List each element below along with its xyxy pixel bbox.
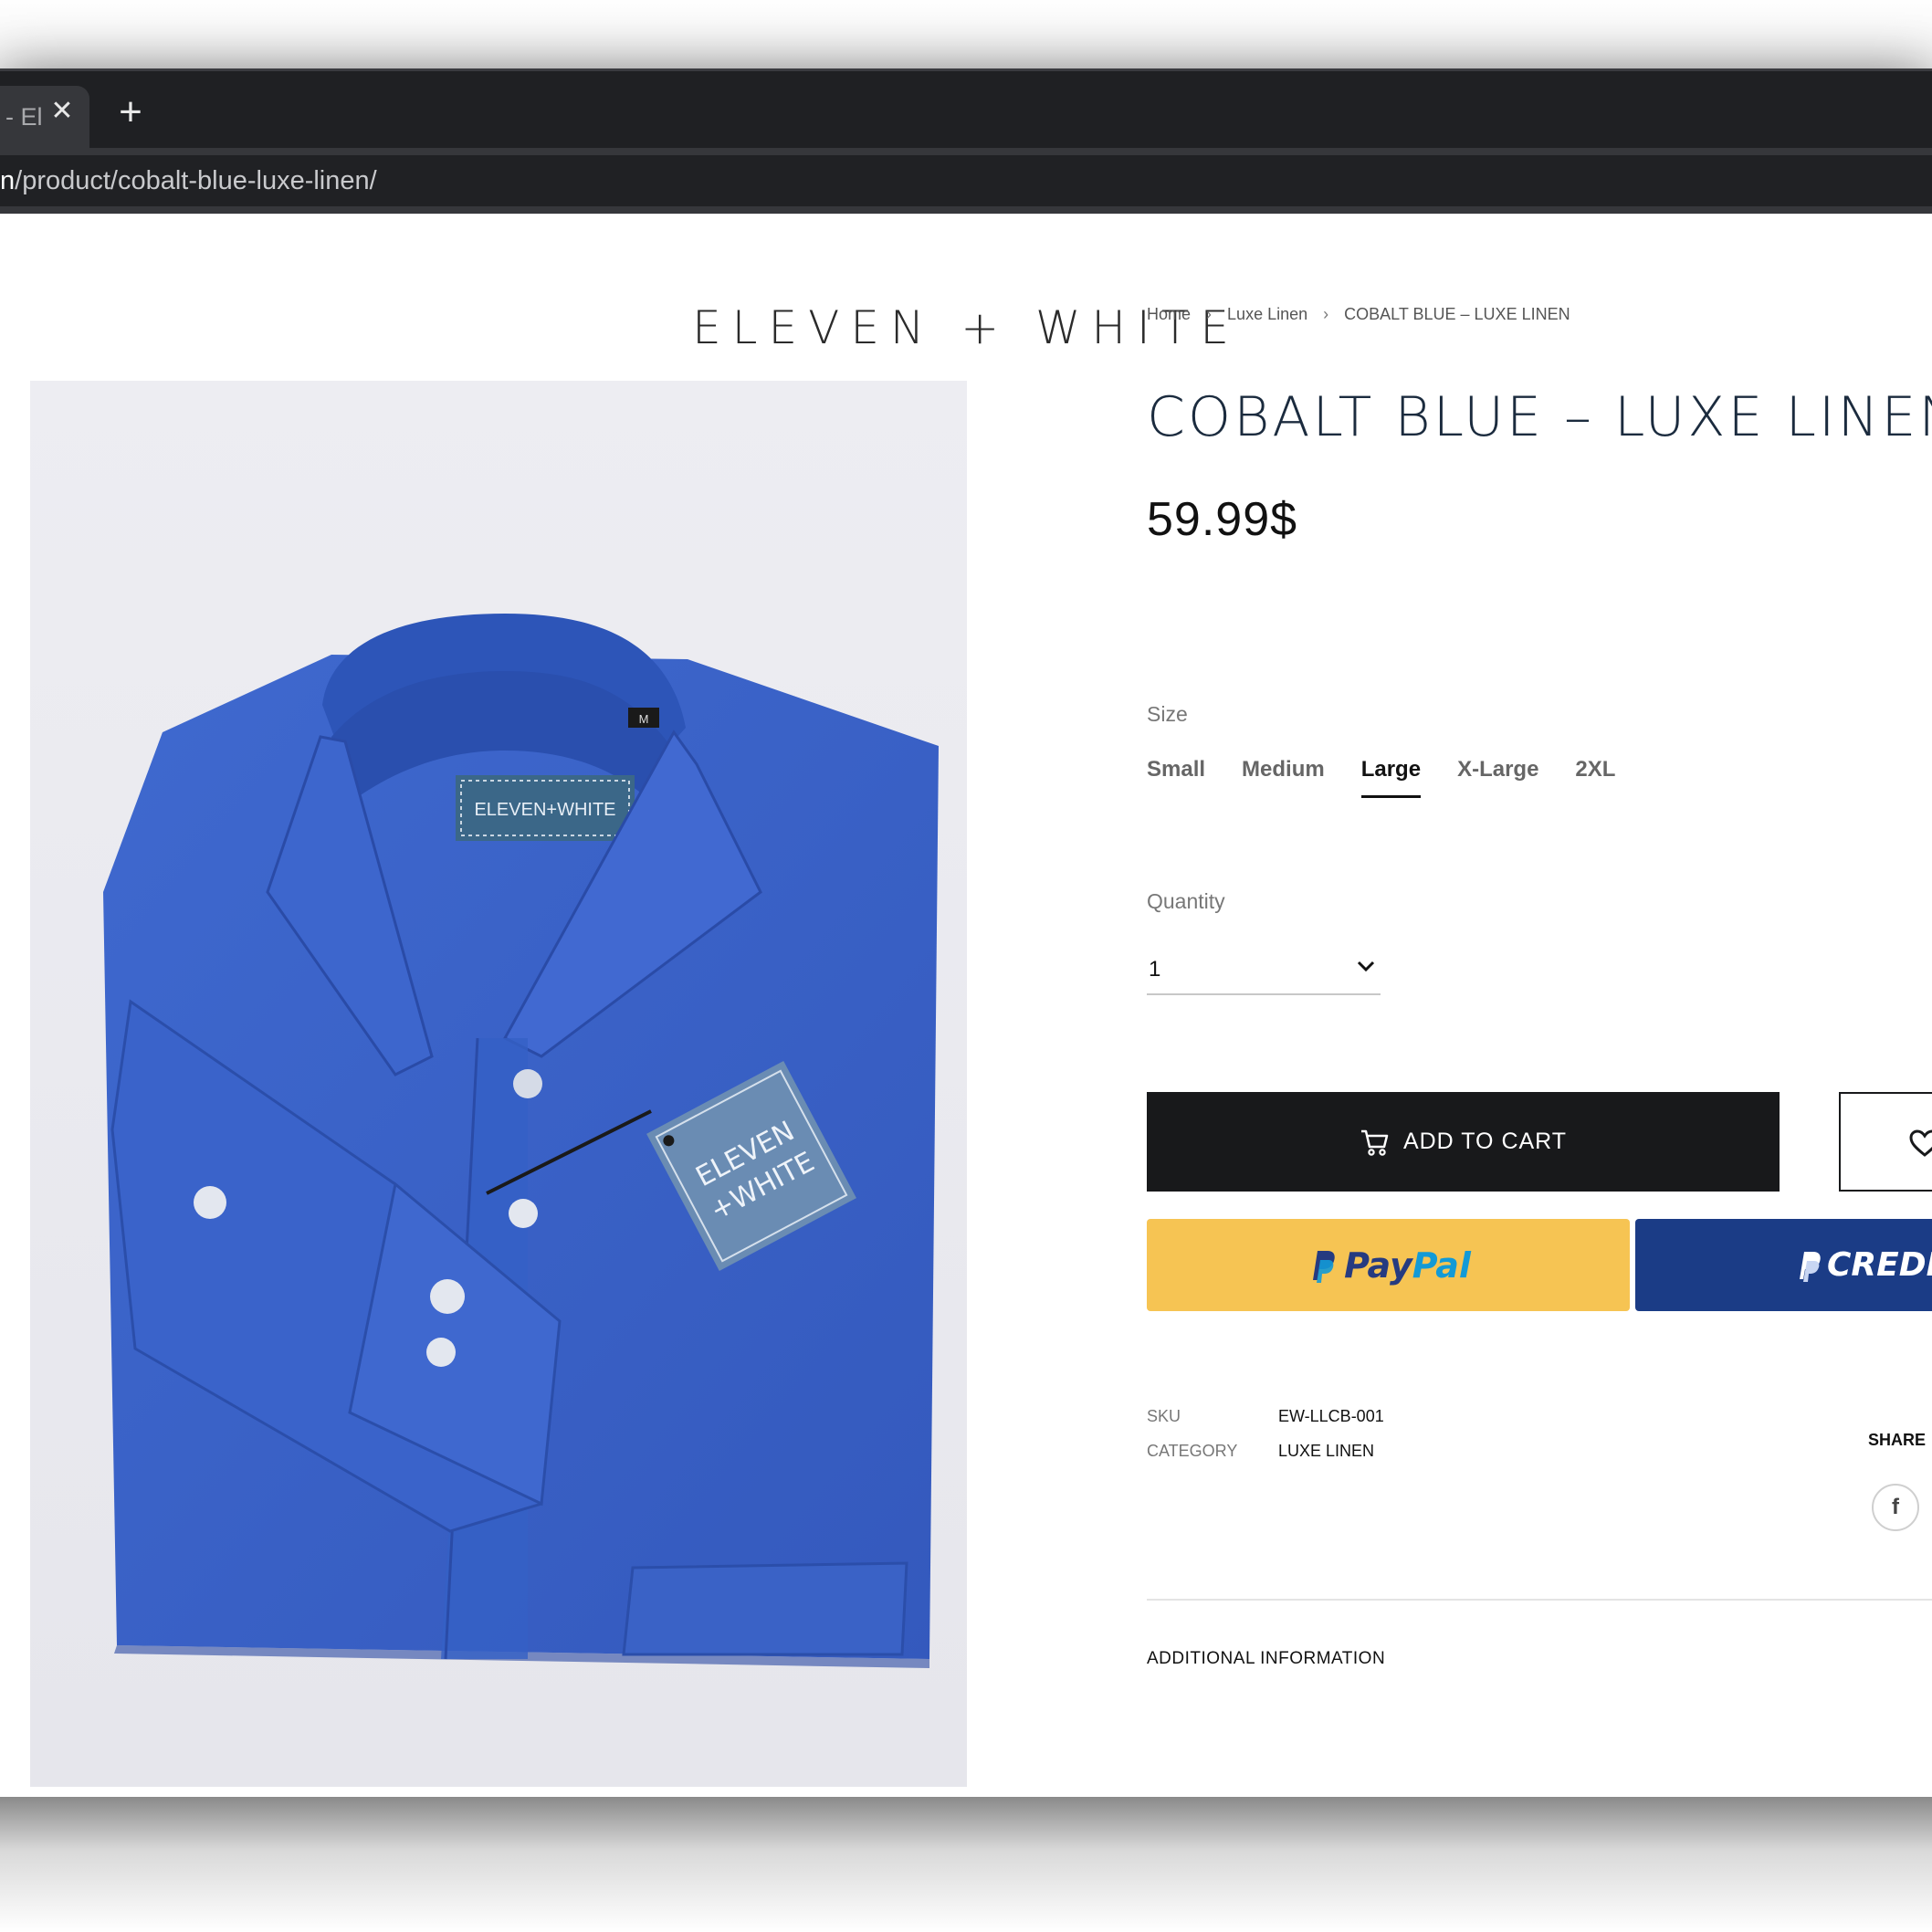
paypal-button[interactable]: PayPal <box>1147 1219 1630 1311</box>
breadcrumb-separator: › <box>1323 305 1329 323</box>
credit-label: CREDIT <box>1827 1246 1932 1284</box>
facebook-share-icon[interactable]: f <box>1872 1484 1919 1531</box>
breadcrumb-separator: › <box>1206 305 1213 323</box>
quantity-value: 1 <box>1149 957 1161 982</box>
size-tag-text: M <box>639 712 649 726</box>
category-value[interactable]: LUXE LINEN <box>1278 1442 1374 1461</box>
breadcrumb-category[interactable]: Luxe Linen <box>1227 305 1307 324</box>
size-option-x-large[interactable]: X-Large <box>1457 757 1538 798</box>
tab-title: - El <box>5 103 42 131</box>
product-image[interactable]: ELEVEN+WHITE M ELEVEN +WHITE <box>30 381 967 1787</box>
url-path: /product/cobalt-blue-luxe-linen/ <box>15 166 377 195</box>
size-option-small[interactable]: Small <box>1147 757 1205 798</box>
close-icon[interactable]: ✕ <box>47 97 77 126</box>
paypal-pay: Pay <box>1344 1244 1412 1286</box>
breadcrumb: Home › Luxe Linen › COBALT BLUE – LUXE L… <box>1147 305 1570 324</box>
address-bar: n/product/cobalt-blue-luxe-linen/ <box>0 148 1932 214</box>
quantity-label: Quantity <box>1147 889 1225 913</box>
browser-window: - El ✕ + n/product/cobalt-blue-luxe-line… <box>0 68 1932 1797</box>
url-field[interactable]: n/product/cobalt-blue-luxe-linen/ <box>0 155 1932 206</box>
wishlist-button[interactable] <box>1839 1092 1932 1192</box>
paypal-pal: Pal <box>1412 1244 1471 1286</box>
desktop-background-bottom <box>0 1797 1932 1932</box>
credit-inner: CREDIT <box>1794 1246 1932 1284</box>
quantity-select[interactable]: 1 <box>1147 953 1381 995</box>
cart-icon <box>1360 1129 1389 1156</box>
paypal-credit-icon <box>1800 1251 1821 1282</box>
breadcrumb-home[interactable]: Home <box>1147 305 1191 324</box>
paypal-wordmark: PayPal <box>1344 1245 1471 1286</box>
breadcrumb-current: COBALT BLUE – LUXE LINEN <box>1344 305 1570 323</box>
size-option-large[interactable]: Large <box>1360 757 1422 798</box>
add-to-cart-button[interactable]: ADD TO CART <box>1147 1092 1780 1192</box>
size-option-medium[interactable]: Medium <box>1242 757 1325 798</box>
product-title: COBALT BLUE – LUXE LINEN <box>1147 385 1932 449</box>
category-label: CATEGORY <box>1147 1442 1238 1460</box>
paypal-icon <box>1313 1250 1335 1283</box>
desktop-background-top <box>0 0 1932 68</box>
paypal-credit-button[interactable]: CREDIT <box>1635 1219 1932 1311</box>
url-text: n/product/cobalt-blue-luxe-linen/ <box>0 166 377 196</box>
sku-value: EW-LLCB-001 <box>1278 1407 1384 1425</box>
tab-bar: - El ✕ + <box>0 68 1932 151</box>
new-tab-button[interactable]: + <box>113 92 148 132</box>
size-options: Small Medium Large X-Large 2XL <box>1147 757 1615 798</box>
chevron-down-icon <box>1357 961 1375 972</box>
product-details: Home › Luxe Linen › COBALT BLUE – LUXE L… <box>1147 214 1932 1797</box>
browser-tab[interactable]: - El ✕ <box>0 86 89 151</box>
size-label: Size <box>1147 702 1188 726</box>
product-price: 59.99$ <box>1147 493 1298 546</box>
heart-icon <box>1909 1129 1932 1157</box>
add-to-cart-label: ADD TO CART <box>1402 1129 1568 1154</box>
size-option-2xl[interactable]: 2XL <box>1575 757 1615 798</box>
tab-additional-information[interactable]: ADDITIONAL INFORMATION <box>1147 1649 1385 1669</box>
shirt-illustration: ELEVEN+WHITE M ELEVEN +WHITE <box>30 381 967 1787</box>
sku-label: SKU <box>1147 1407 1181 1425</box>
collar-label-text: ELEVEN+WHITE <box>474 800 615 820</box>
share-label: SHARE <box>1868 1431 1927 1449</box>
divider <box>1147 1599 1932 1601</box>
product-page: ELEVEN + WHITE ELEVEN+WHITE M ELEVEN +WH… <box>0 214 1932 1797</box>
url-host: n <box>0 166 16 195</box>
